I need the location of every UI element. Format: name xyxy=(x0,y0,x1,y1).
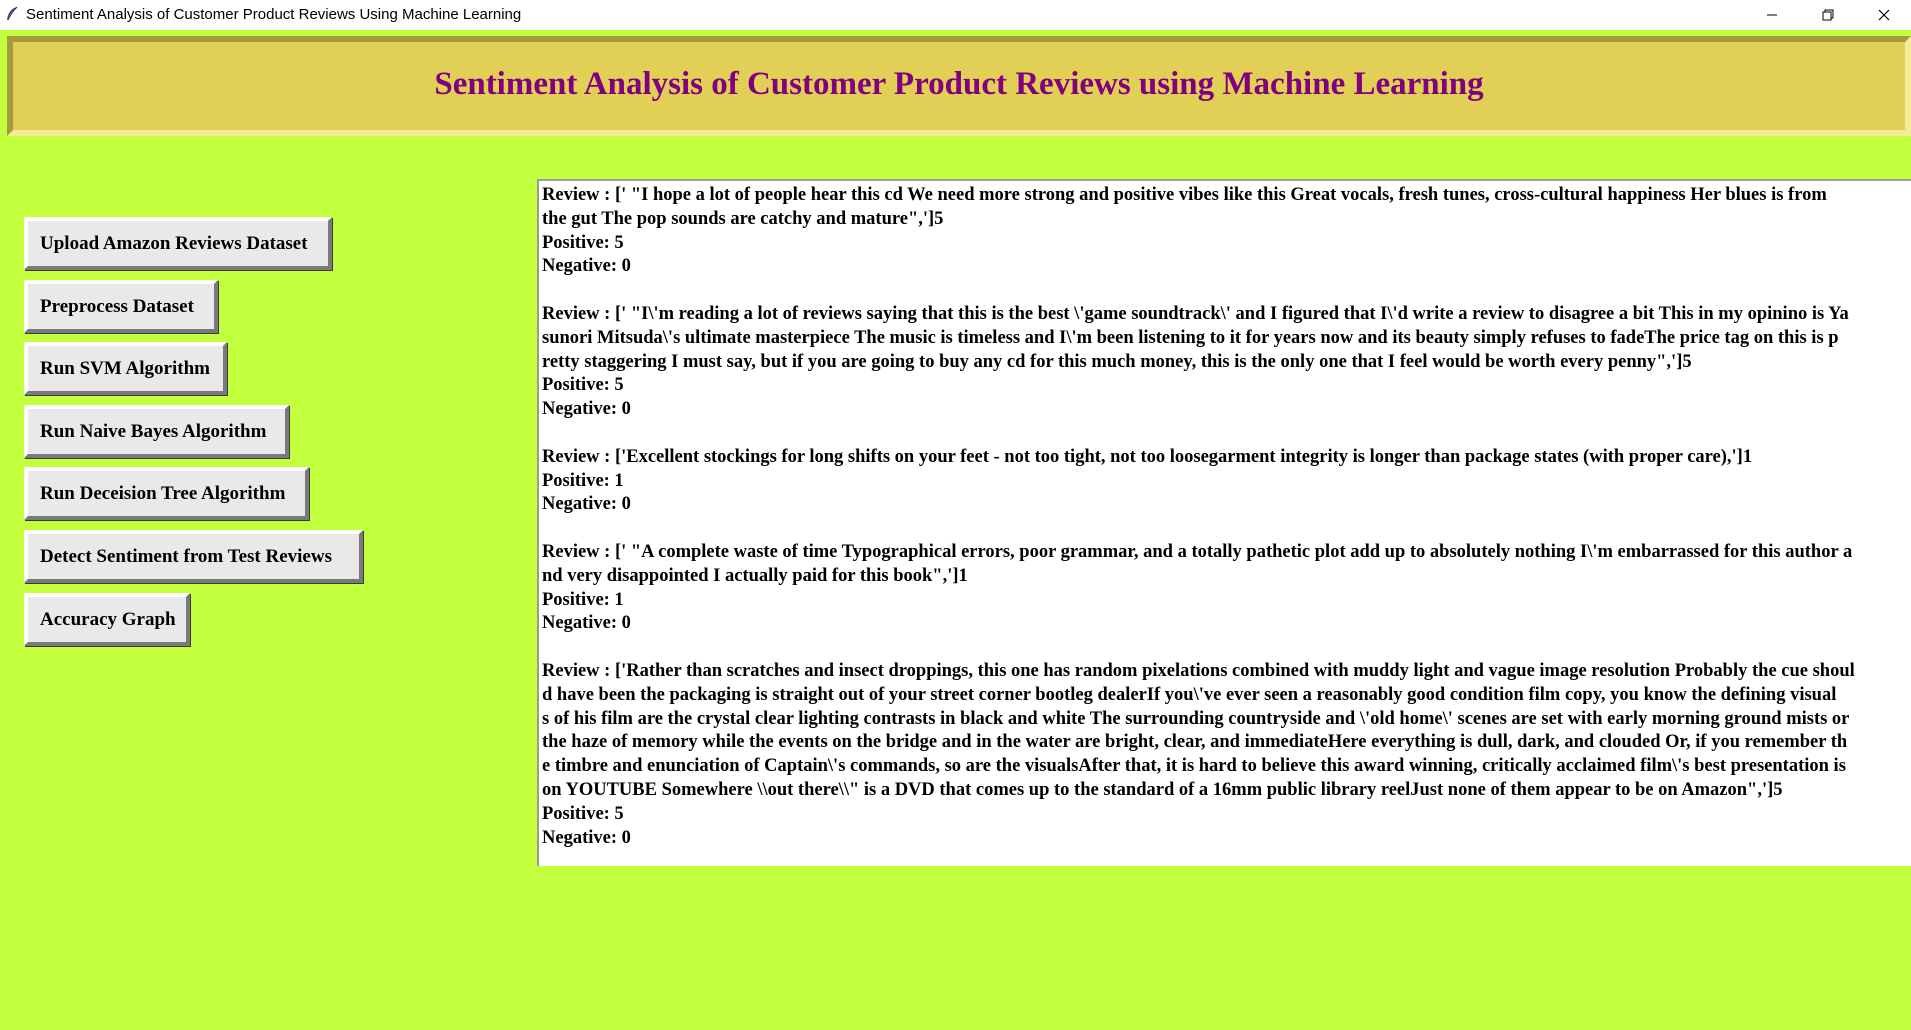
app-window: Sentiment Analysis of Customer Product R… xyxy=(0,30,1911,1030)
minimize-button[interactable] xyxy=(1744,0,1800,30)
run-naive-bayes-button[interactable]: Run Naive Bayes Algorithm xyxy=(24,405,289,458)
accuracy-graph-button[interactable]: Accuracy Graph xyxy=(24,593,190,646)
output-line: the gut The pop sounds are catchy and ma… xyxy=(542,208,944,229)
output-line: Negative: 0 xyxy=(542,256,631,277)
run-svm-button[interactable]: Run SVM Algorithm xyxy=(24,342,227,395)
output-line: Positive: 5 xyxy=(542,375,624,396)
run-decision-tree-button[interactable]: Run Deceision Tree Algorithm xyxy=(24,467,309,520)
output-line: the haze of memory while the events on t… xyxy=(542,732,1848,753)
upload-dataset-button[interactable]: Upload Amazon Reviews Dataset xyxy=(24,217,332,270)
window-titlebar: Sentiment Analysis of Customer Product R… xyxy=(0,0,1911,30)
output-line: Positive: 1 xyxy=(542,589,624,610)
close-button[interactable] xyxy=(1856,0,1911,30)
output-line: Review : [' "A complete waste of time Ty… xyxy=(542,541,1853,562)
minimize-icon xyxy=(1766,9,1778,21)
output-line: sunori Mitsuda\'s ultimate masterpiece T… xyxy=(542,327,1839,348)
output-line: Positive: 5 xyxy=(542,803,624,824)
close-icon xyxy=(1878,9,1890,21)
output-line: Review : ['Excellent stockings for long … xyxy=(542,446,1753,467)
output-line: Review : [' "I\'m reading a lot of revie… xyxy=(542,303,1849,324)
page-title: Sentiment Analysis of Customer Product R… xyxy=(434,66,1484,102)
output-text-area[interactable]: Review : [' "I hope a lot of people hear… xyxy=(537,179,1911,866)
feather-icon xyxy=(5,6,19,22)
preprocess-dataset-button[interactable]: Preprocess Dataset xyxy=(24,280,218,333)
output-line: on YOUTUBE Somewhere \\out there\\" is a… xyxy=(542,779,1783,800)
restore-icon xyxy=(1822,9,1834,21)
output-line: nd very disappointed I actually paid for… xyxy=(542,565,968,586)
output-line: Negative: 0 xyxy=(542,494,631,515)
header-banner: Sentiment Analysis of Customer Product R… xyxy=(7,36,1911,136)
output-line: Positive: 5 xyxy=(542,232,624,253)
output-line: Review : ['Rather than scratches and ins… xyxy=(542,660,1855,681)
output-line: Review : [' "I hope a lot of people hear… xyxy=(542,185,1827,205)
output-line: d have been the packaging is straight ou… xyxy=(542,684,1837,705)
window-title: Sentiment Analysis of Customer Product R… xyxy=(26,6,522,23)
output-line: Positive: 1 xyxy=(542,470,624,491)
output-line: Negative: 0 xyxy=(542,827,631,848)
output-line: e timbre and enunciation of Captain\'s c… xyxy=(542,756,1846,777)
detect-sentiment-button[interactable]: Detect Sentiment from Test Reviews xyxy=(24,530,363,583)
output-line: Negative: 0 xyxy=(542,613,631,634)
restore-button[interactable] xyxy=(1800,0,1856,30)
output-line: retty staggering I must say, but if you … xyxy=(542,351,1692,372)
output-line: s of his film are the crystal clear ligh… xyxy=(542,708,1850,729)
output-line: Negative: 0 xyxy=(542,399,631,420)
